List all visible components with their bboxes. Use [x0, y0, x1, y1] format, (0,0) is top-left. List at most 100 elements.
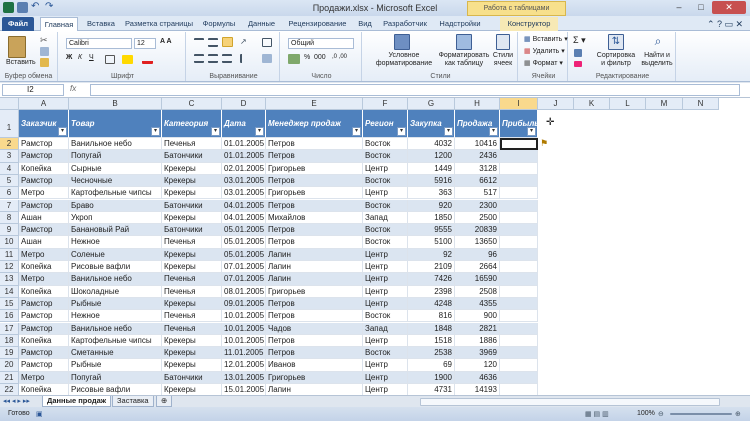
table-cell[interactable]: Запад: [363, 322, 408, 335]
table-header-cell[interactable]: Категория ▾: [162, 110, 222, 138]
table-cell[interactable]: Крекеры: [162, 297, 222, 311]
table-cell[interactable]: Рыбные: [69, 359, 162, 372]
table-cell-empty[interactable]: [500, 162, 538, 175]
align-left-icon[interactable]: [194, 54, 204, 63]
table-cell[interactable]: 4355: [455, 297, 500, 311]
table-cell[interactable]: Лапин: [266, 261, 363, 274]
table-cell[interactable]: Попугай: [69, 371, 162, 384]
table-header-cell[interactable]: Продажа ▾: [455, 110, 500, 138]
table-cell-empty[interactable]: [500, 248, 538, 261]
table-cell[interactable]: 10.01.2005: [222, 334, 266, 348]
column-header-e[interactable]: E: [266, 98, 363, 110]
table-cell[interactable]: Чадов: [266, 322, 363, 335]
tab-view[interactable]: Вид: [355, 17, 375, 31]
percent-icon[interactable]: %: [304, 54, 310, 61]
table-cell[interactable]: Центр: [363, 248, 408, 261]
table-cell[interactable]: Крекеры: [162, 334, 222, 348]
table-cell[interactable]: Петров: [266, 334, 363, 348]
help-icon[interactable]: ⌃ ? ▭ ✕: [705, 17, 745, 31]
table-cell-empty[interactable]: [500, 347, 538, 360]
table-cell[interactable]: Петров: [266, 310, 363, 323]
table-cell[interactable]: Нежное: [69, 310, 162, 323]
table-cell[interactable]: Восток: [363, 310, 408, 323]
tab-data[interactable]: Данные: [244, 17, 279, 31]
table-cell[interactable]: Рисовые вафли: [69, 384, 162, 395]
row-header[interactable]: 18: [0, 334, 19, 348]
table-cell[interactable]: 1900: [408, 371, 455, 384]
table-cell[interactable]: Лапин: [266, 248, 363, 261]
table-cell[interactable]: 5916: [408, 174, 455, 188]
tab-insert[interactable]: Вставка: [83, 17, 119, 31]
table-cell[interactable]: Метро: [19, 187, 69, 200]
row-header[interactable]: 3: [0, 150, 19, 163]
table-cell[interactable]: 03.01.2005: [222, 174, 266, 188]
table-cell[interactable]: Чесночные: [69, 174, 162, 188]
view-normal-icon[interactable]: ▦ ▤ ▥: [585, 410, 609, 418]
table-cell[interactable]: 16590: [455, 273, 500, 286]
column-header-c[interactable]: C: [162, 98, 222, 110]
table-cell[interactable]: Крекеры: [162, 174, 222, 188]
filter-dropdown-icon[interactable]: ▾: [352, 127, 361, 136]
table-cell[interactable]: Петров: [266, 297, 363, 311]
table-cell[interactable]: Восток: [363, 199, 408, 212]
row-header[interactable]: 22: [0, 384, 19, 395]
minimize-icon[interactable]: –: [668, 1, 690, 14]
table-cell[interactable]: 69: [408, 359, 455, 372]
grow-font-icon[interactable]: A A: [160, 38, 172, 45]
font-family-select[interactable]: Calibri: [66, 38, 132, 49]
table-cell[interactable]: 2398: [408, 285, 455, 298]
column-header-k[interactable]: K: [574, 98, 610, 110]
column-header-g[interactable]: G: [408, 98, 455, 110]
tab-developer[interactable]: Разработчик: [380, 17, 430, 31]
table-cell[interactable]: Нежное: [69, 236, 162, 249]
table-cell[interactable]: 120: [455, 359, 500, 372]
fill-color-icon[interactable]: [122, 55, 133, 64]
table-cell[interactable]: Печенья: [162, 138, 222, 151]
table-cell[interactable]: Иванов: [266, 359, 363, 372]
table-cell-empty[interactable]: [500, 187, 538, 200]
table-cell[interactable]: 02.01.2005: [222, 162, 266, 175]
table-cell[interactable]: 4032: [408, 138, 455, 151]
filter-dropdown-icon[interactable]: ▾: [58, 127, 67, 136]
table-cell[interactable]: Центр: [363, 273, 408, 286]
table-cell[interactable]: Центр: [363, 285, 408, 298]
conditional-formatting-button[interactable]: Условное форматирование: [368, 52, 440, 68]
table-cell-empty[interactable]: [500, 310, 538, 323]
format-as-table-button[interactable]: Форматировать как таблицу: [438, 52, 490, 68]
table-cell[interactable]: 04.01.2005: [222, 211, 266, 225]
table-cell-empty[interactable]: [500, 322, 538, 335]
table-cell[interactable]: Батончики: [162, 150, 222, 163]
table-cell[interactable]: 08.01.2005: [222, 285, 266, 298]
cell-styles-icon[interactable]: [496, 34, 510, 50]
row-header[interactable]: 4: [0, 162, 19, 175]
tab-design[interactable]: Конструктор: [500, 17, 558, 31]
new-sheet-icon[interactable]: ⊕: [156, 396, 172, 407]
table-cell[interactable]: Центр: [363, 297, 408, 311]
align-center-icon[interactable]: [208, 54, 218, 63]
table-cell[interactable]: Григорьев: [266, 371, 363, 384]
table-cell[interactable]: Рамстор: [19, 297, 69, 311]
paste-button[interactable]: Вставить: [6, 59, 36, 66]
fill-icon[interactable]: [574, 49, 582, 57]
zoom-in-icon[interactable]: ⊕: [735, 410, 741, 418]
table-cell[interactable]: Копейка: [19, 285, 69, 298]
table-cell-empty[interactable]: [500, 334, 538, 348]
zoom-slider[interactable]: [670, 413, 732, 415]
table-cell[interactable]: 15.01.2005: [222, 384, 266, 395]
table-cell-empty[interactable]: [500, 224, 538, 237]
number-format-select[interactable]: Общий: [288, 38, 354, 49]
table-cell[interactable]: Восток: [363, 174, 408, 188]
table-cell[interactable]: 03.01.2005: [222, 187, 266, 200]
merge-icon[interactable]: [262, 54, 272, 63]
table-cell[interactable]: 04.01.2005: [222, 199, 266, 212]
table-cell-empty[interactable]: [500, 211, 538, 225]
table-cell[interactable]: 363: [408, 187, 455, 200]
table-cell[interactable]: 7426: [408, 273, 455, 286]
table-header-cell[interactable]: Товар ▾: [69, 110, 162, 138]
font-color-icon[interactable]: [142, 55, 153, 64]
table-cell[interactable]: 14193: [455, 384, 500, 395]
table-cell-empty[interactable]: [500, 236, 538, 249]
table-cell[interactable]: 07.01.2005: [222, 261, 266, 274]
table-cell[interactable]: Копейка: [19, 261, 69, 274]
table-cell[interactable]: 2436: [455, 150, 500, 163]
